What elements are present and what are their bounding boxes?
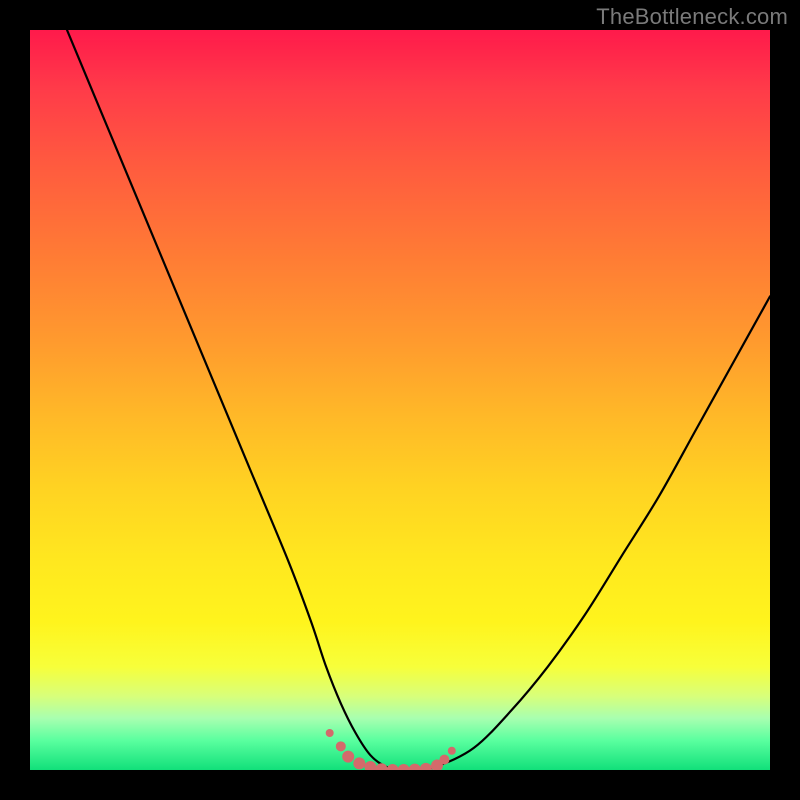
curve-layer [30, 30, 770, 770]
marker-dot [439, 755, 449, 765]
marker-dot [326, 729, 334, 737]
marker-dot [364, 761, 376, 770]
marker-dot [409, 764, 421, 770]
marker-dot [342, 751, 354, 763]
marker-dot [353, 757, 365, 769]
plot-area [30, 30, 770, 770]
marker-dot [448, 747, 456, 755]
bottleneck-curve [67, 30, 770, 770]
marker-dot [336, 741, 346, 751]
marker-dot [420, 763, 432, 770]
marker-cluster [326, 729, 456, 770]
chart-frame: TheBottleneck.com [0, 0, 800, 800]
marker-dot [376, 763, 388, 770]
marker-dot [398, 764, 410, 770]
watermark-text: TheBottleneck.com [596, 4, 788, 30]
marker-dot [387, 764, 399, 770]
